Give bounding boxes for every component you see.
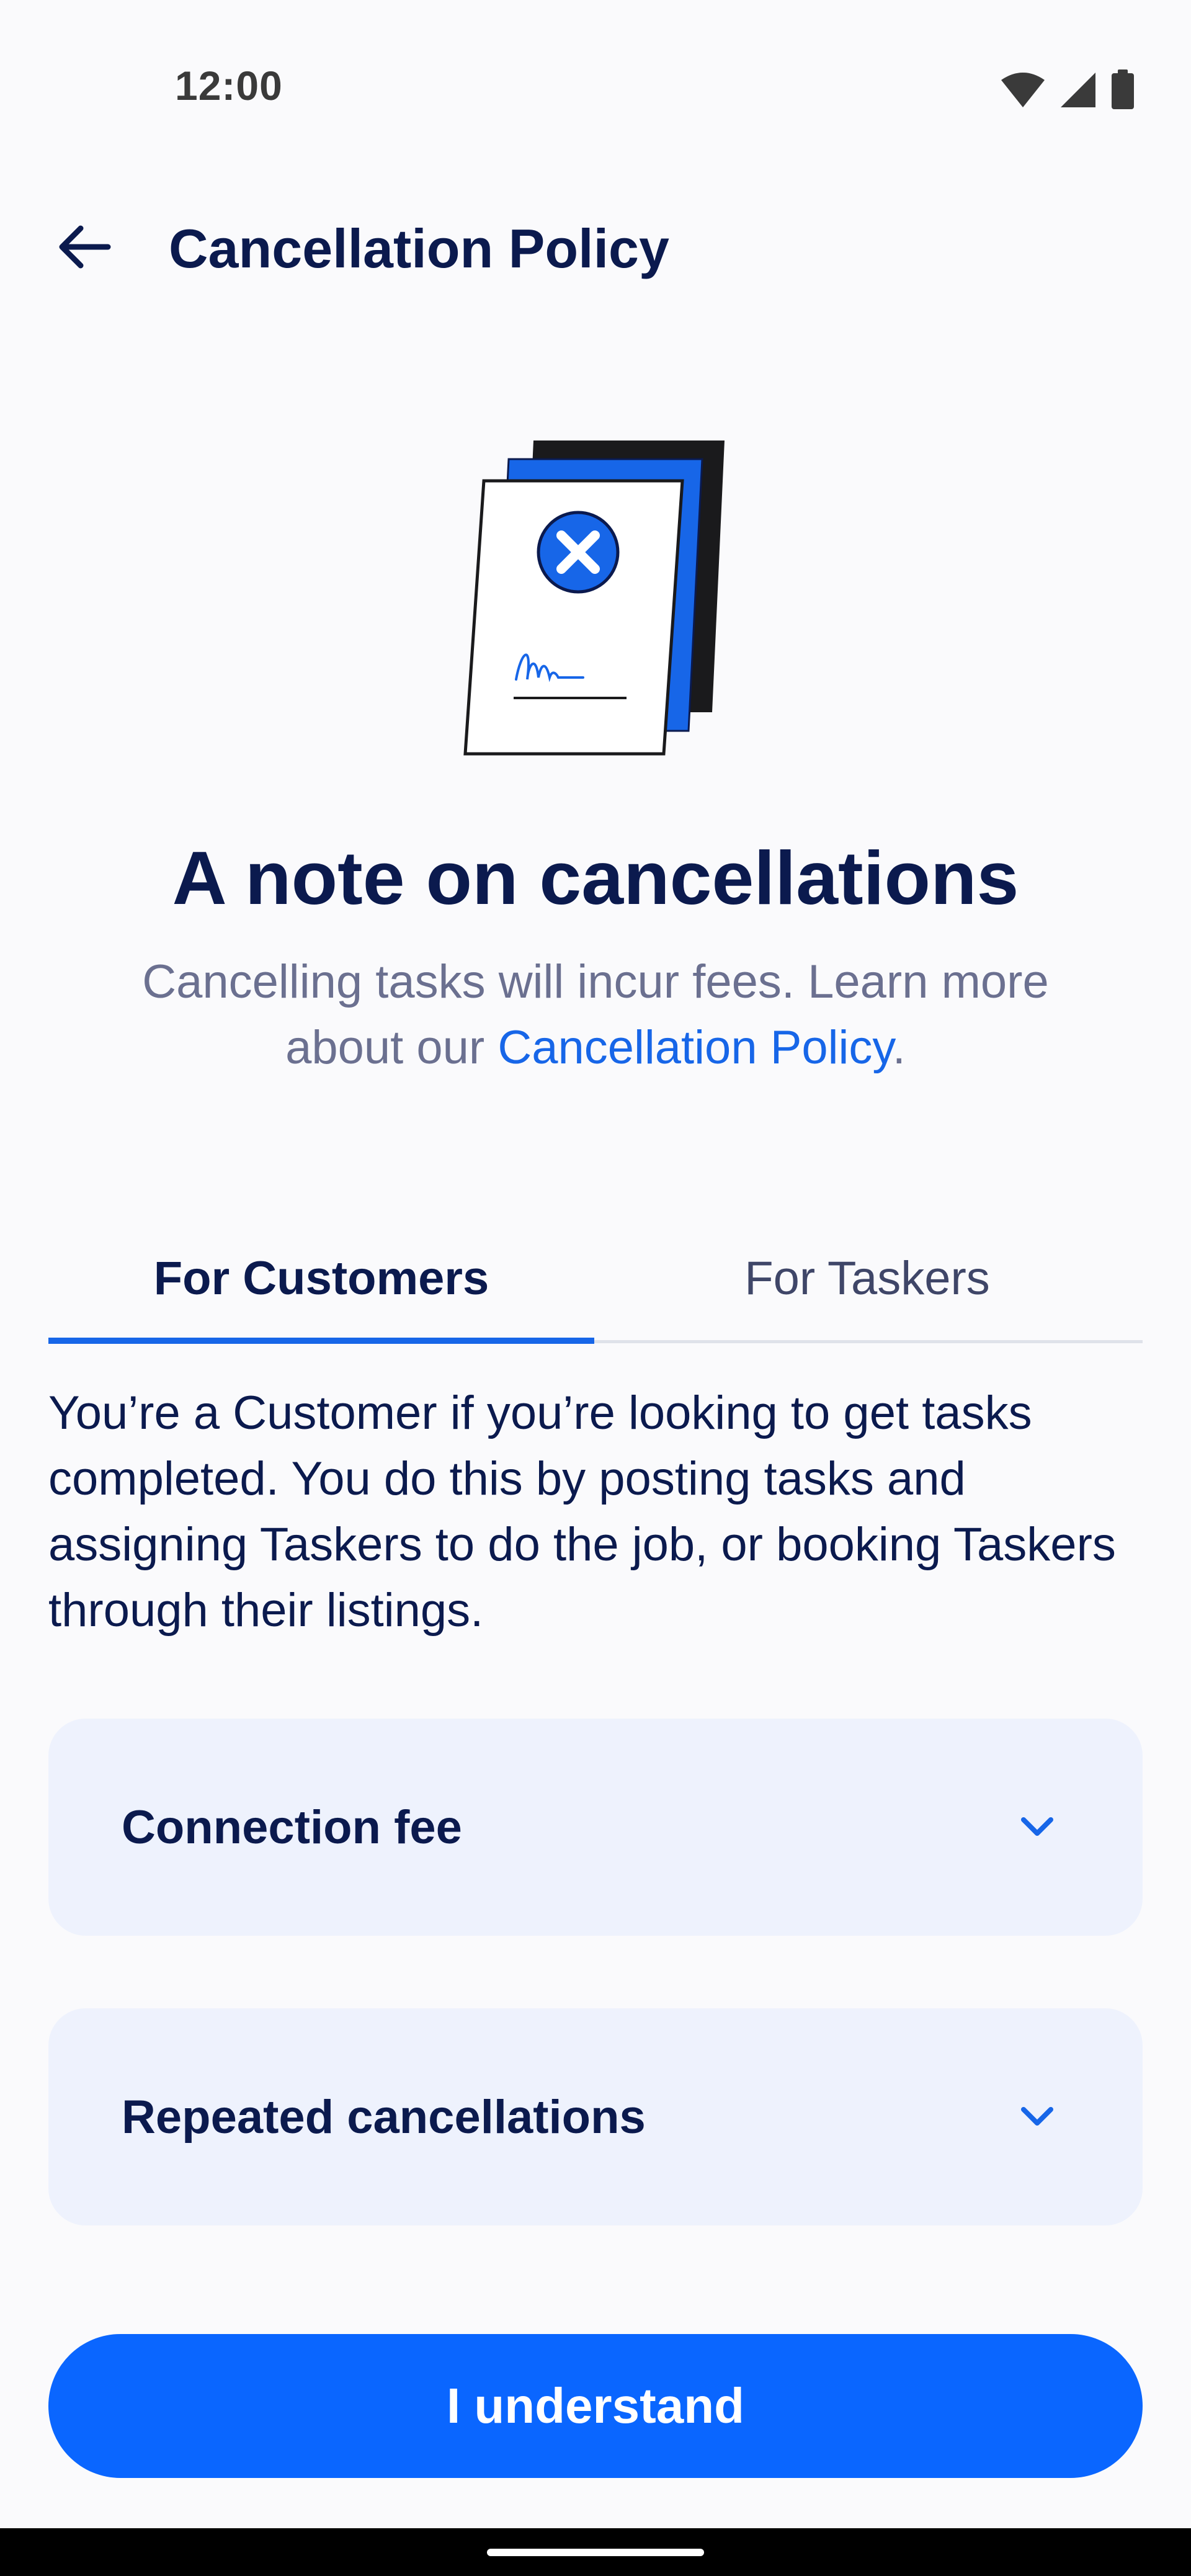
status-icons (1000, 69, 1135, 114)
signal-icon (1059, 71, 1097, 112)
accordion-label: Repeated cancellations (122, 2090, 646, 2144)
intro-subtext: Cancelling tasks will incur fees. Learn … (87, 949, 1104, 1081)
chevron-down-icon (1012, 1802, 1062, 1852)
audience-tabs: For Customers For Taskers (48, 1216, 1143, 1346)
battery-icon (1110, 69, 1135, 114)
accordion-repeated-cancellations[interactable]: Repeated cancellations (48, 2008, 1143, 2225)
accordion-label: Connection fee (122, 1800, 462, 1854)
headline: A note on cancellations (172, 836, 1019, 920)
status-time: 12:00 (175, 63, 283, 109)
status-bar: 12:00 (0, 0, 1191, 174)
subtext-suffix: . (892, 1021, 906, 1074)
back-button[interactable] (43, 211, 124, 285)
cancelled-document-icon (459, 434, 732, 757)
customer-description: You’re a Customer if you’re looking to g… (48, 1387, 1116, 1637)
chevron-down-icon (1012, 2092, 1062, 2142)
tab-for-taskers[interactable]: For Taskers (594, 1216, 1140, 1340)
arrow-left-icon (56, 222, 112, 275)
tab-selected-indicator (48, 1338, 594, 1344)
accordion-connection-fee[interactable]: Connection fee (48, 1719, 1143, 1936)
i-understand-button[interactable]: I understand (48, 2334, 1143, 2478)
home-gesture-handle[interactable] (487, 2549, 704, 2556)
tab-for-customers[interactable]: For Customers (48, 1216, 594, 1340)
wifi-icon (1000, 71, 1046, 112)
cancellation-policy-link[interactable]: Cancellation Policy (497, 1021, 892, 1074)
app-header: Cancellation Policy (0, 186, 1191, 310)
page-title: Cancellation Policy (169, 218, 669, 279)
system-nav-bar (0, 2528, 1191, 2576)
